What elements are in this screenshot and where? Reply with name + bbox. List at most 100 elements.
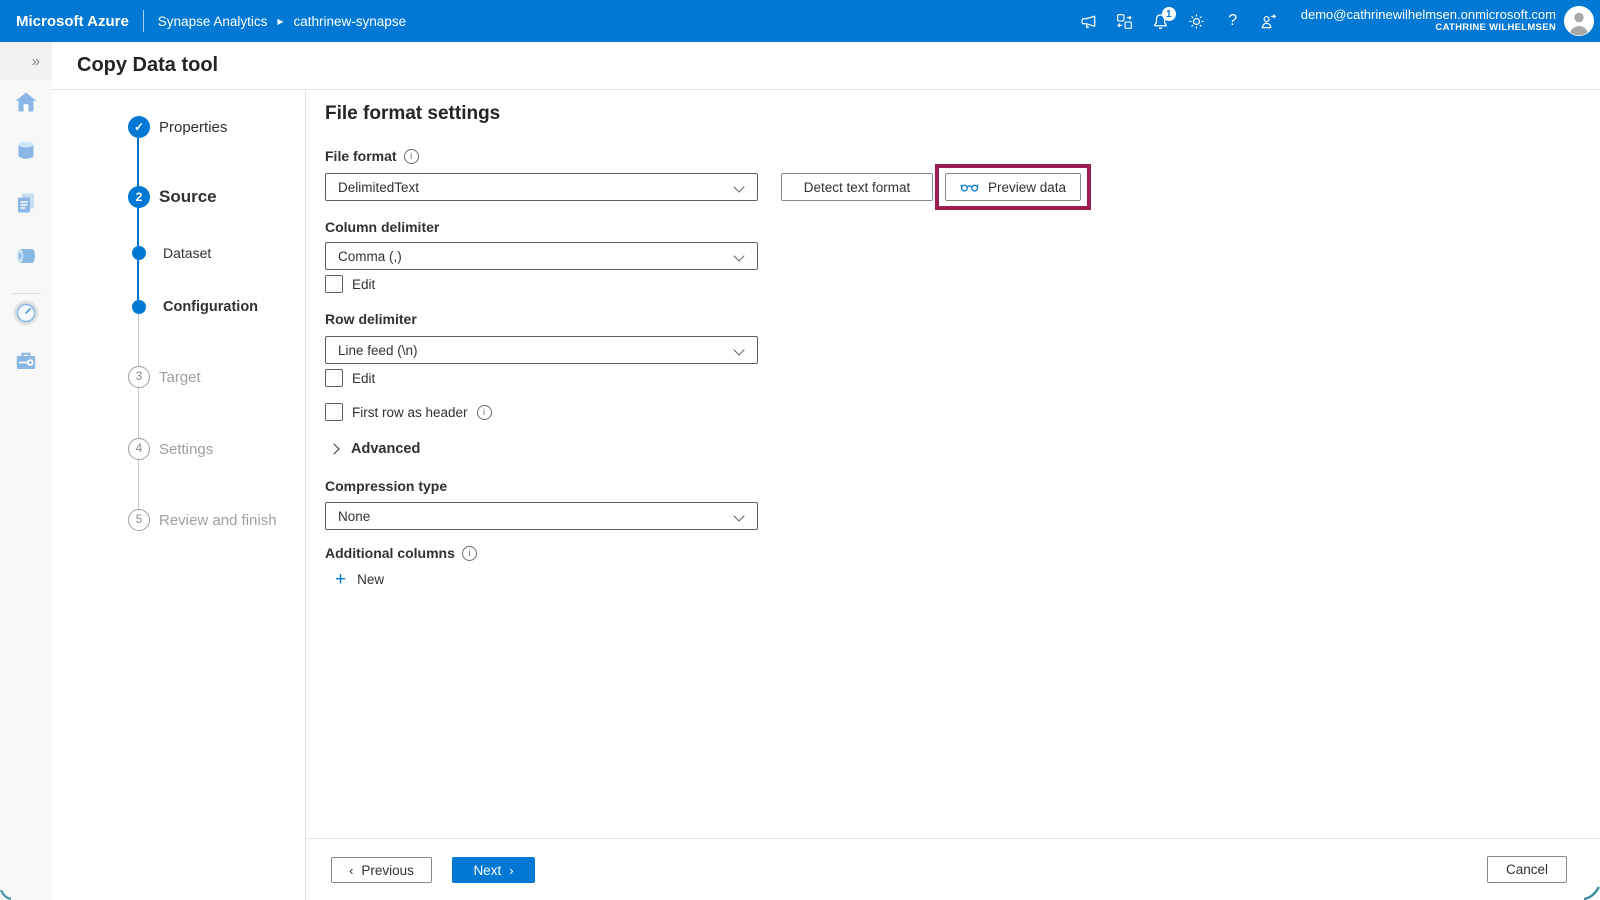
info-icon[interactable]: i (477, 405, 492, 420)
column-delimiter-value: Comma (,) (338, 249, 402, 264)
step-label: Dataset (163, 245, 211, 261)
first-row-as-header-label: First row as header (352, 405, 468, 420)
compression-type-dropdown[interactable]: None (325, 502, 758, 530)
settings-gear-icon[interactable] (1182, 6, 1212, 36)
topbar-actions: 1 ? demo@cathrinewilhelmsen.onmicrosoft.… (1071, 6, 1600, 36)
column-delimiter-dropdown[interactable]: Comma (,) (325, 242, 758, 270)
first-row-as-header-row: First row as header i (325, 403, 492, 421)
row-delimiter-label: Row delimiter (325, 311, 417, 327)
breadcrumb-workspace[interactable]: cathrinew-synapse (294, 14, 407, 29)
step-properties[interactable]: ✓ Properties (52, 113, 227, 141)
detect-text-format-button[interactable]: Detect text format (781, 173, 933, 201)
add-new-column-button[interactable]: + New (335, 570, 384, 589)
chevron-down-icon (733, 510, 744, 521)
breadcrumb-arrow-icon: ▶ (277, 17, 283, 26)
develop-icon[interactable] (13, 190, 39, 216)
switch-workspace-icon[interactable] (1110, 6, 1140, 36)
step-dataset[interactable]: Dataset (52, 239, 211, 267)
step-target[interactable]: 3 Target (52, 363, 201, 391)
step-number: 4 (128, 438, 150, 460)
sidebar-expand-icon[interactable]: » (0, 42, 52, 80)
info-icon[interactable]: i (462, 546, 477, 561)
page-header: Copy Data tool (52, 42, 1600, 90)
advanced-label: Advanced (351, 441, 420, 457)
step-connector-upcoming (138, 307, 139, 520)
file-format-value: DelimitedText (338, 180, 419, 195)
chevron-down-icon (733, 181, 744, 192)
glasses-icon (960, 181, 979, 193)
announcements-icon[interactable] (1074, 6, 1104, 36)
compression-type-value: None (338, 509, 370, 524)
chevron-down-icon (733, 250, 744, 261)
notification-count-badge: 1 (1162, 7, 1176, 21)
file-format-label: File format i (325, 148, 419, 164)
step-number: 2 (128, 186, 150, 208)
step-label: Review and finish (159, 512, 277, 529)
previous-button[interactable]: ‹ Previous (331, 857, 432, 883)
row-delimiter-dropdown[interactable]: Line feed (\n) (325, 336, 758, 364)
additional-columns-label: Additional columns i (325, 545, 477, 561)
sidebar-divider (11, 293, 41, 294)
step-dot (132, 246, 146, 260)
account-email: demo@cathrinewilhelmsen.onmicrosoft.com (1301, 8, 1556, 23)
account-name: CATHRINE WILHELMSEN (1301, 23, 1556, 34)
step-label: Configuration (163, 299, 258, 315)
manage-icon[interactable] (13, 347, 39, 373)
info-icon[interactable]: i (404, 149, 419, 164)
file-format-dropdown[interactable]: DelimitedText (325, 173, 758, 201)
home-icon[interactable] (13, 89, 39, 115)
copy-data-tool-screen: Microsoft Azure Synapse Analytics ▶ cath… (0, 0, 1600, 900)
chevron-down-icon (733, 344, 744, 355)
edit-label: Edit (352, 371, 375, 386)
row-delimiter-edit-row: Edit (325, 369, 375, 387)
step-dot (132, 300, 146, 314)
step-review-and-finish[interactable]: 5 Review and finish (52, 506, 277, 534)
account-info[interactable]: demo@cathrinewilhelmsen.onmicrosoft.com … (1301, 8, 1556, 34)
feedback-icon[interactable] (1254, 6, 1284, 36)
plus-icon: + (335, 570, 346, 589)
wizard-footer: ‹ Previous Next › Cancel (306, 838, 1600, 900)
step-configuration[interactable]: Configuration (52, 293, 258, 321)
cancel-button[interactable]: Cancel (1487, 856, 1567, 883)
avatar[interactable] (1564, 6, 1594, 36)
page-title: Copy Data tool (77, 54, 218, 77)
file-format-settings-panel: File format settings File format i Delim… (306, 91, 1600, 838)
compression-type-label: Compression type (325, 478, 447, 494)
preview-data-button[interactable]: Preview data (945, 173, 1081, 201)
step-number: 5 (128, 509, 150, 531)
column-delimiter-edit-row: Edit (325, 275, 375, 293)
section-heading: File format settings (325, 103, 500, 125)
microsoft-azure-logo[interactable]: Microsoft Azure (16, 13, 129, 30)
notifications-bell-icon[interactable]: 1 (1146, 6, 1176, 36)
step-check-icon: ✓ (128, 116, 150, 138)
first-row-as-header-checkbox[interactable] (325, 403, 343, 421)
integrate-icon[interactable] (13, 243, 39, 269)
chevron-left-icon: ‹ (349, 864, 353, 877)
column-delimiter-label: Column delimiter (325, 219, 439, 235)
advanced-expander[interactable]: Advanced (330, 441, 420, 457)
next-button[interactable]: Next › (452, 857, 535, 883)
edit-checkbox[interactable] (325, 275, 343, 293)
step-settings[interactable]: 4 Settings (52, 435, 213, 463)
azure-top-bar: Microsoft Azure Synapse Analytics ▶ cath… (0, 0, 1600, 42)
data-icon[interactable] (13, 137, 39, 163)
topbar-divider (143, 10, 144, 32)
step-label: Target (159, 369, 201, 386)
step-source[interactable]: 2 Source (52, 183, 217, 211)
edit-checkbox[interactable] (325, 369, 343, 387)
breadcrumb-product[interactable]: Synapse Analytics (158, 14, 268, 29)
monitor-icon[interactable] (13, 300, 39, 326)
step-label: Settings (159, 441, 213, 458)
step-label: Properties (159, 119, 227, 136)
step-connector-active (137, 127, 139, 307)
wizard-step-nav: ✓ Properties 2 Source Dataset Configurat… (52, 91, 306, 900)
help-icon[interactable]: ? (1218, 6, 1248, 36)
chevron-right-icon: › (509, 864, 513, 877)
chevron-right-icon (328, 443, 339, 454)
step-label: Source (159, 187, 217, 207)
preview-data-highlight-box: Preview data (935, 164, 1091, 210)
new-label: New (357, 572, 384, 587)
row-delimiter-value: Line feed (\n) (338, 343, 418, 358)
synapse-left-sidebar: » (0, 42, 52, 900)
step-number: 3 (128, 366, 150, 388)
